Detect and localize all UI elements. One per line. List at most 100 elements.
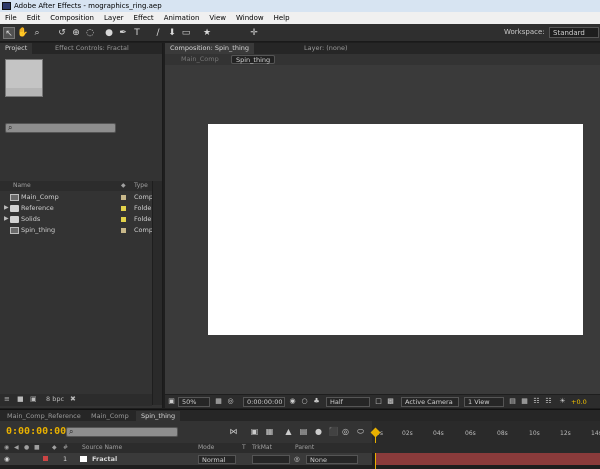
breadcrumb-main-comp[interactable]: Main_Comp bbox=[177, 55, 223, 64]
new-composition-icon[interactable]: ▣ bbox=[30, 395, 37, 403]
tab-composition[interactable]: Composition: Spin_thing bbox=[165, 43, 254, 54]
menu-composition[interactable]: Composition bbox=[45, 12, 99, 24]
menu-animation[interactable]: Animation bbox=[159, 12, 205, 24]
clone-stamp-tool-icon[interactable]: ⬇ bbox=[166, 27, 178, 39]
ellipse-tool-icon[interactable]: ● bbox=[103, 27, 115, 39]
transparency-grid-icon[interactable]: ▩ bbox=[386, 397, 395, 406]
view-layout-select[interactable]: 1 View bbox=[464, 397, 504, 407]
expand-triangle-icon[interactable]: ▶ bbox=[4, 215, 9, 222]
breadcrumb-spin-thing[interactable]: Spin_thing bbox=[231, 55, 276, 64]
layer-duration-bar[interactable] bbox=[376, 453, 600, 465]
project-item-spin-thing[interactable]: Spin_thing Comp bbox=[0, 225, 153, 236]
column-source-name[interactable]: Source Name bbox=[82, 444, 122, 451]
label-column-icon[interactable]: ◆ bbox=[121, 182, 126, 189]
pick-whip-icon[interactable]: ⬭ bbox=[355, 427, 366, 437]
graph-editor-icon[interactable]: ◎ bbox=[340, 427, 351, 437]
toggle-pixel-aspect-icon[interactable]: ▤ bbox=[508, 397, 517, 406]
tab-project[interactable]: Project bbox=[0, 43, 33, 54]
layer-parent-select[interactable]: None bbox=[306, 455, 358, 464]
bpc-toggle[interactable]: 8 bpc bbox=[46, 395, 64, 403]
type-tool-icon[interactable]: T bbox=[131, 27, 143, 39]
label-color-swatch[interactable] bbox=[121, 217, 126, 222]
parent-pickwhip-icon[interactable]: ◎ bbox=[294, 455, 300, 463]
timeline-icon[interactable]: ☷ bbox=[532, 397, 541, 406]
layer-label-swatch[interactable] bbox=[43, 456, 48, 461]
eraser-tool-icon[interactable]: ▭ bbox=[180, 27, 192, 39]
tab-layer[interactable]: Layer: (none) bbox=[299, 43, 353, 54]
mask-visibility-icon[interactable]: ◎ bbox=[226, 397, 235, 406]
resolution-select[interactable]: Half bbox=[326, 397, 370, 407]
hand-tool-icon[interactable]: ✋ bbox=[17, 27, 29, 39]
show-snapshot-icon[interactable]: ○ bbox=[300, 397, 309, 406]
channels-icon[interactable]: ♣ bbox=[312, 397, 321, 406]
always-preview-icon[interactable]: ▣ bbox=[167, 397, 176, 406]
column-t[interactable]: T bbox=[242, 444, 246, 451]
column-layer-number[interactable]: # bbox=[63, 444, 68, 451]
puppet-pin-tool-icon[interactable]: ★ bbox=[201, 27, 213, 39]
fast-previews-icon[interactable]: ▦ bbox=[520, 397, 529, 406]
layer-trkmat-select[interactable] bbox=[252, 455, 290, 464]
lock-icon[interactable]: ■ bbox=[34, 444, 40, 451]
menu-help[interactable]: Help bbox=[269, 12, 295, 24]
column-trkmat[interactable]: TrkMat bbox=[252, 444, 272, 451]
expand-triangle-icon[interactable]: ▶ bbox=[4, 204, 9, 211]
layer-visibility-icon[interactable]: ◉ bbox=[4, 455, 10, 463]
exposure-icon[interactable]: ☀ bbox=[558, 397, 567, 406]
region-of-interest-icon[interactable]: □ bbox=[374, 397, 383, 406]
motion-blur-icon[interactable]: ● bbox=[313, 427, 324, 437]
column-mode[interactable]: Mode bbox=[198, 444, 214, 451]
label-color-swatch[interactable] bbox=[121, 195, 126, 200]
project-scrollbar[interactable] bbox=[152, 181, 162, 405]
solo-icon[interactable]: ● bbox=[24, 444, 29, 451]
snapshot-icon[interactable]: ◉ bbox=[288, 397, 297, 406]
pan-behind-tool-icon[interactable]: ◌ bbox=[84, 27, 96, 39]
menu-window[interactable]: Window bbox=[231, 12, 269, 24]
project-item-solids[interactable]: ▶ Solids Folde bbox=[0, 214, 152, 225]
column-parent[interactable]: Parent bbox=[295, 444, 314, 451]
label-color-swatch[interactable] bbox=[121, 206, 126, 211]
brainstorm-icon[interactable]: ⬛ bbox=[328, 427, 339, 437]
flowchart-icon[interactable]: ☷ bbox=[544, 397, 553, 406]
visibility-icon[interactable]: ◉ bbox=[4, 444, 9, 451]
draft-3d-icon[interactable]: ▦ bbox=[264, 427, 275, 437]
live-update-icon[interactable]: ▣ bbox=[249, 427, 260, 437]
label-color-swatch[interactable] bbox=[121, 228, 126, 233]
menu-edit[interactable]: Edit bbox=[22, 12, 46, 24]
time-ruler[interactable]: 0s 02s 04s 06s 08s 10s 12s 14s bbox=[372, 421, 600, 443]
layer-name[interactable]: Fractal bbox=[92, 455, 117, 463]
delete-icon[interactable]: ✖ bbox=[70, 395, 76, 403]
project-search-input[interactable]: ⌕ bbox=[5, 123, 116, 133]
grid-icon[interactable]: ▦ bbox=[214, 397, 223, 406]
layer-mode-select[interactable]: Normal bbox=[198, 455, 236, 464]
exposure-value[interactable]: +0.0 bbox=[571, 398, 587, 406]
interpret-footage-icon[interactable]: ≡ bbox=[4, 395, 10, 403]
zoom-tool-icon[interactable]: ⌕ bbox=[31, 27, 43, 39]
timeline-current-time[interactable]: 0:00:00:00 bbox=[6, 426, 66, 437]
selection-tool-icon[interactable]: ↖ bbox=[3, 27, 15, 39]
current-time-field[interactable]: 0:00:00:00 bbox=[243, 397, 285, 407]
column-type[interactable]: Type bbox=[134, 182, 148, 189]
frame-blending-icon[interactable]: ▤ bbox=[298, 427, 309, 437]
rotation-tool-icon[interactable]: ↺ bbox=[56, 27, 68, 39]
composition-viewer[interactable] bbox=[208, 124, 583, 335]
axis-mode-icon[interactable]: ✛ bbox=[248, 27, 260, 39]
menu-effect[interactable]: Effect bbox=[129, 12, 159, 24]
label-column-icon[interactable]: ◆ bbox=[52, 444, 57, 451]
pen-tool-icon[interactable]: ✒ bbox=[117, 27, 129, 39]
tab-effect-controls[interactable]: Effect Controls: Fractal bbox=[50, 43, 134, 54]
project-item-reference[interactable]: ▶ Reference Folde bbox=[0, 203, 152, 214]
audio-icon[interactable]: ◀ bbox=[14, 444, 19, 451]
camera-view-select[interactable]: Active Camera bbox=[401, 397, 459, 407]
brush-tool-icon[interactable]: ∕ bbox=[152, 27, 164, 39]
magnification-select[interactable]: 50% bbox=[178, 397, 210, 407]
timeline-layer-row[interactable]: ◉ 1 Fractal Normal ◎ None bbox=[0, 453, 372, 465]
workspace-select[interactable]: Standard bbox=[549, 27, 599, 38]
menu-file[interactable]: File bbox=[0, 12, 22, 24]
timeline-search-input[interactable]: ⌕ bbox=[66, 427, 178, 437]
project-item-main-comp[interactable]: Main_Comp Comp bbox=[0, 192, 153, 203]
column-name[interactable]: Name bbox=[13, 182, 31, 189]
new-folder-icon[interactable]: ■ bbox=[17, 395, 24, 403]
menu-layer[interactable]: Layer bbox=[99, 12, 129, 24]
mini-flowchart-icon[interactable]: ⋈ bbox=[228, 427, 239, 437]
camera-tool-icon[interactable]: ⊕ bbox=[70, 27, 82, 39]
